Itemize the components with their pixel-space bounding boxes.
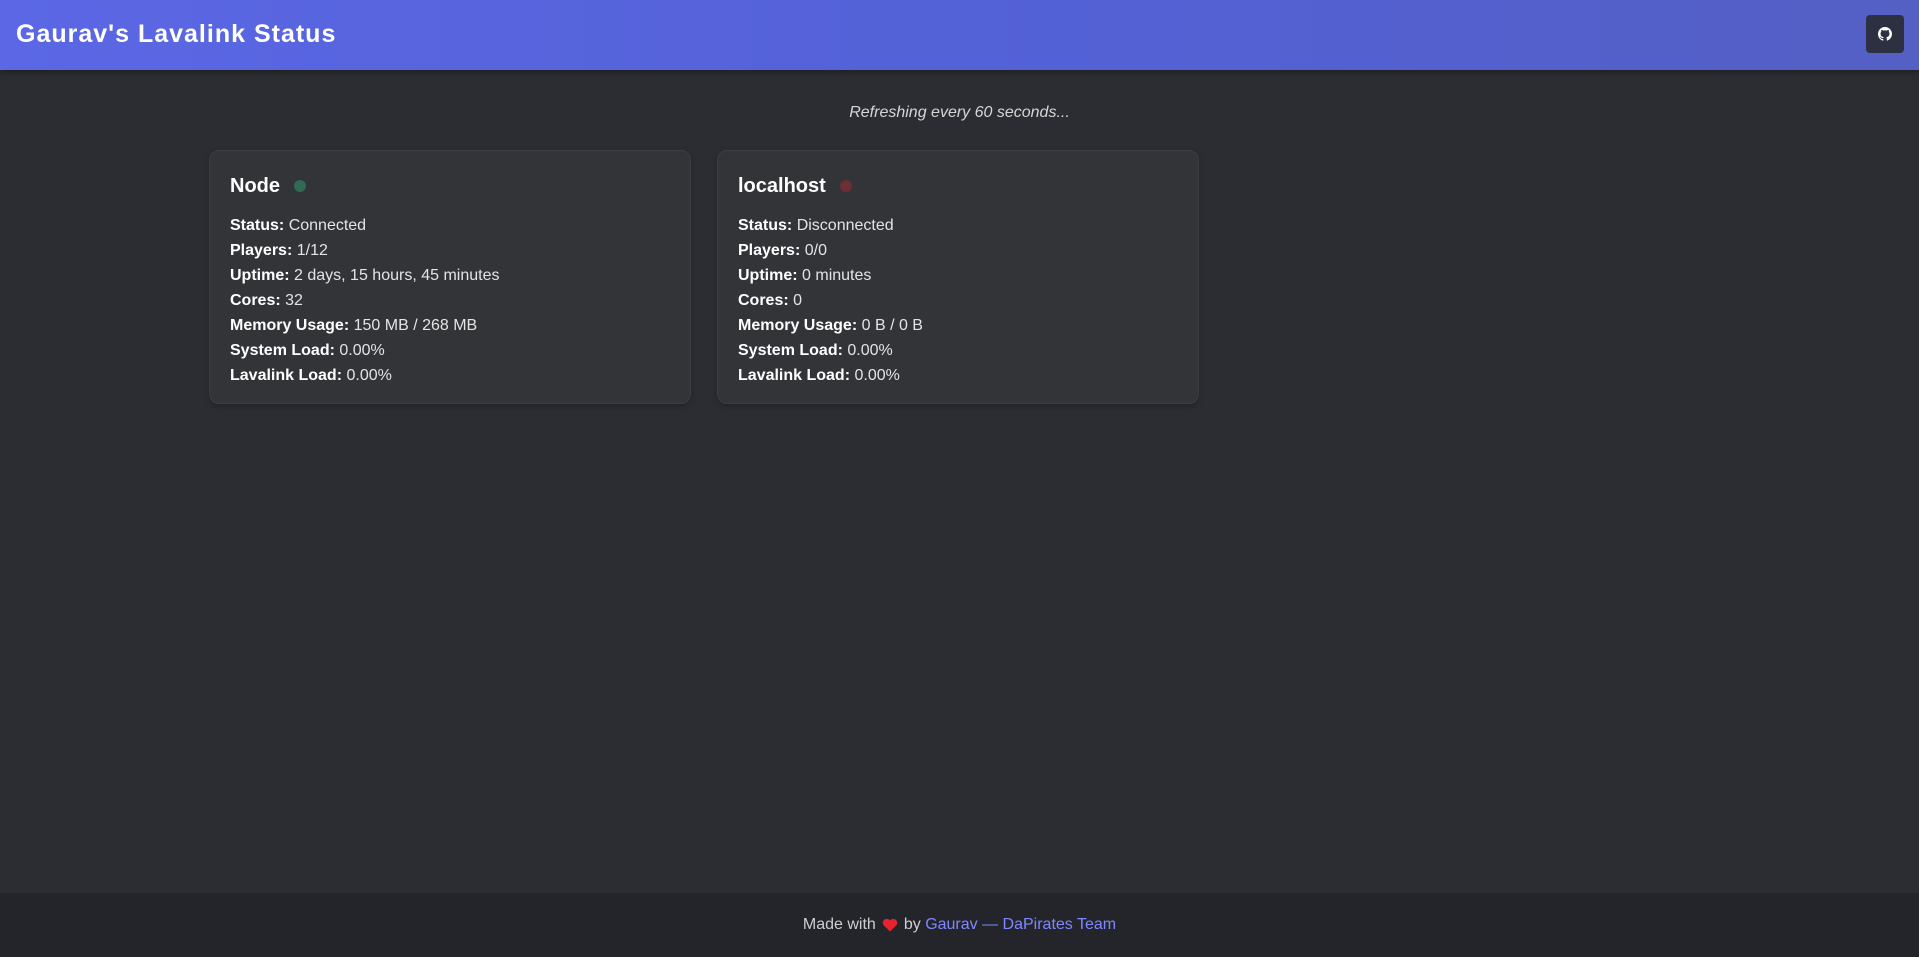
- stat-lavalink-load: Lavalink Load: 0.00%: [738, 363, 923, 388]
- app-header: Gaurav's Lavalink Status: [0, 0, 1919, 70]
- stat-status: Status: Disconnected: [738, 213, 923, 238]
- stat-value: 150 MB / 268 MB: [353, 317, 478, 334]
- stat-label: Status:: [738, 217, 793, 234]
- heart-icon: [882, 918, 898, 932]
- node-stats: Status: Connected Players: 1/12 Uptime: …: [230, 213, 499, 388]
- stat-value: 0.00%: [847, 342, 893, 359]
- stat-label: System Load:: [230, 342, 335, 359]
- stat-label: Memory Usage:: [738, 317, 858, 334]
- stat-value: 32: [285, 292, 303, 309]
- refresh-note: Refreshing every 60 seconds...: [849, 104, 1070, 121]
- github-button[interactable]: [1866, 15, 1904, 53]
- stat-value: Disconnected: [796, 217, 894, 234]
- stat-cores: Cores: 32: [230, 288, 499, 313]
- stat-system-load: System Load: 0.00%: [738, 338, 923, 363]
- stat-label: Cores:: [738, 292, 789, 309]
- node-card: Node Status: Connected Players: 1/12 Upt…: [209, 150, 691, 404]
- node-card-header: Node: [230, 173, 306, 199]
- stat-lavalink-load: Lavalink Load: 0.00%: [230, 363, 499, 388]
- stat-uptime: Uptime: 2 days, 15 hours, 45 minutes: [230, 263, 499, 288]
- stat-memory: Memory Usage: 150 MB / 268 MB: [230, 313, 499, 338]
- page-footer: Made with by Gaurav — DaPirates Team: [0, 893, 1919, 957]
- connected-dot-icon: [294, 180, 306, 192]
- stat-label: System Load:: [738, 342, 843, 359]
- footer-prefix: Made with: [802, 916, 876, 933]
- github-icon: [1878, 27, 1892, 41]
- stat-label: Players:: [230, 242, 293, 259]
- node-name: localhost: [738, 175, 826, 197]
- stat-value: Connected: [288, 217, 367, 234]
- footer-by: by: [903, 916, 921, 933]
- stat-label: Lavalink Load:: [230, 367, 343, 384]
- stat-cores: Cores: 0: [738, 288, 923, 313]
- stat-value: 0.00%: [854, 367, 900, 384]
- stat-players: Players: 1/12: [230, 238, 499, 263]
- node-name: Node: [230, 175, 280, 197]
- disconnected-dot-icon: [839, 180, 852, 192]
- node-stats: Status: Disconnected Players: 0/0 Uptime…: [738, 213, 923, 388]
- stat-players: Players: 0/0: [738, 238, 923, 263]
- stat-label: Uptime:: [738, 267, 798, 284]
- stat-label: Uptime:: [230, 267, 290, 284]
- stat-value: 0 B / 0 B: [861, 317, 923, 334]
- stat-label: Cores:: [230, 292, 281, 309]
- stat-label: Lavalink Load:: [738, 367, 851, 384]
- node-card-header: localhost: [738, 173, 852, 199]
- stat-value: 0.00%: [339, 342, 385, 359]
- page-title: Gaurav's Lavalink Status: [16, 20, 337, 48]
- stat-value: 0.00%: [346, 367, 392, 384]
- stat-value: 1/12: [296, 242, 328, 259]
- stat-label: Players:: [738, 242, 801, 259]
- author-link[interactable]: Gaurav — DaPirates Team: [925, 916, 1116, 934]
- stat-label: Memory Usage:: [230, 317, 350, 334]
- stat-value: 0/0: [804, 242, 827, 259]
- stat-uptime: Uptime: 0 minutes: [738, 263, 923, 288]
- stat-memory: Memory Usage: 0 B / 0 B: [738, 313, 923, 338]
- node-card: localhost Status: Disconnected Players: …: [717, 150, 1199, 404]
- stat-system-load: System Load: 0.00%: [230, 338, 499, 363]
- stat-status: Status: Connected: [230, 213, 499, 238]
- stat-value: 2 days, 15 hours, 45 minutes: [294, 267, 500, 284]
- stat-label: Status:: [230, 217, 285, 234]
- stat-value: 0 minutes: [802, 267, 872, 284]
- stat-value: 0: [793, 292, 803, 309]
